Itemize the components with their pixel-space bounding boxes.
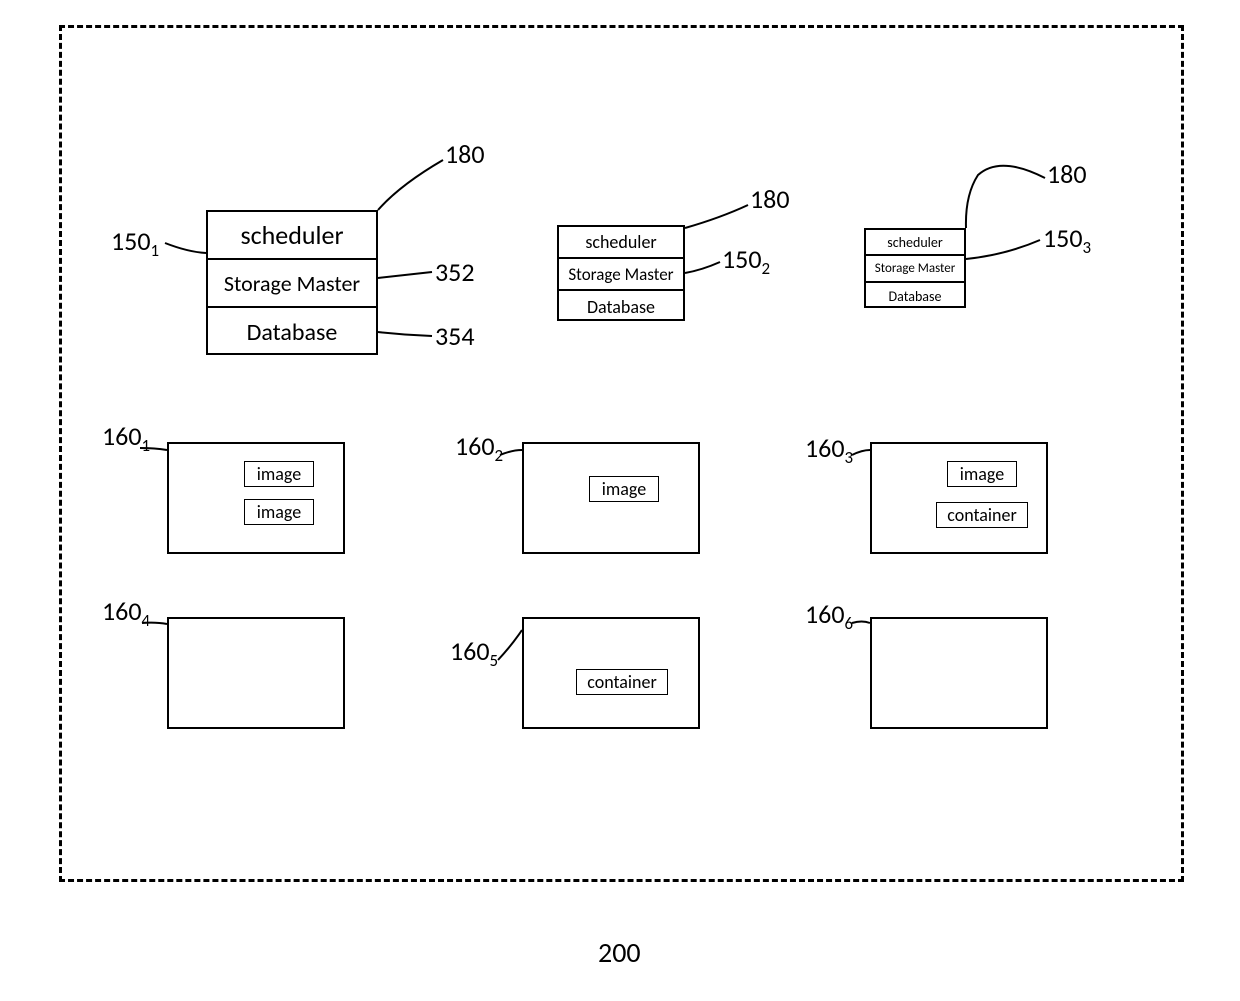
controller-stack-3: scheduler Storage Master Database (864, 228, 966, 308)
label-180-a: 180 (445, 138, 485, 170)
label-150-2: 1502 (722, 243, 770, 279)
scheduler-row-1: scheduler (208, 212, 376, 260)
image-chip: image (244, 461, 314, 487)
controller-stack-1: scheduler Storage Master Database (206, 210, 378, 355)
database-row-2: Database (559, 291, 683, 323)
node-box-1: image image (167, 442, 345, 554)
node-box-6 (870, 617, 1048, 729)
container-chip: container (936, 502, 1028, 528)
node-box-5: container (522, 617, 700, 729)
label-160-1: 1601 (102, 420, 150, 456)
label-160-6: 1606 (805, 598, 853, 634)
label-150-3: 1503 (1043, 222, 1091, 258)
label-352: 352 (435, 256, 475, 288)
node-box-4 (167, 617, 345, 729)
label-180-b: 180 (750, 183, 790, 215)
label-160-5: 1605 (450, 635, 498, 671)
database-row-3: Database (866, 283, 964, 310)
label-160-2: 1602 (455, 430, 503, 466)
node-box-2: image (522, 442, 700, 554)
node-box-3: image container (870, 442, 1048, 554)
storage-master-row-2: Storage Master (559, 259, 683, 291)
image-chip: image (947, 461, 1017, 487)
scheduler-row-3: scheduler (866, 230, 964, 256)
label-180-c: 180 (1047, 158, 1087, 190)
image-chip: image (589, 476, 659, 502)
label-150-1: 1501 (111, 225, 159, 261)
controller-stack-2: scheduler Storage Master Database (557, 225, 685, 321)
label-354: 354 (435, 320, 475, 352)
database-row-1: Database (208, 308, 376, 357)
scheduler-row-2: scheduler (559, 227, 683, 259)
image-chip: image (244, 499, 314, 525)
storage-master-row-1: Storage Master (208, 260, 376, 308)
label-160-3: 1603 (805, 432, 853, 468)
figure-number: 200 (598, 935, 641, 970)
storage-master-row-3: Storage Master (866, 256, 964, 283)
label-160-4: 1604 (102, 595, 150, 631)
container-chip: container (576, 669, 668, 695)
